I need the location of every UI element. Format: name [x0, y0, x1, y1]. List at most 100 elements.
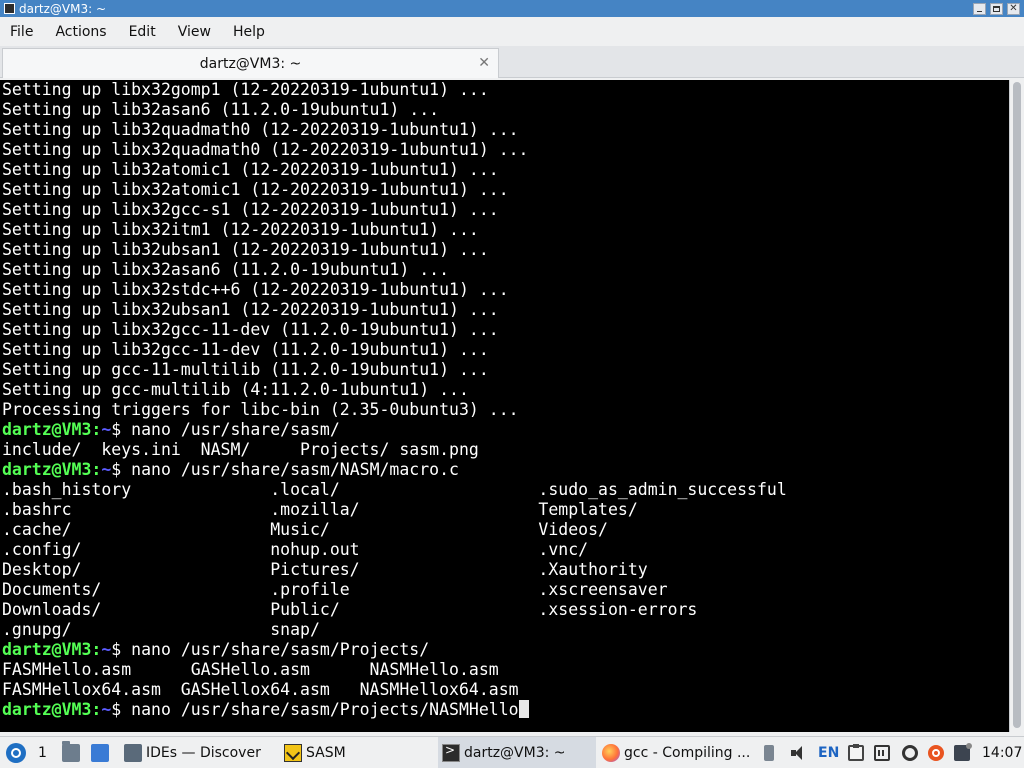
terminal-scrollbar[interactable] [1009, 80, 1024, 732]
file-manager-launcher[interactable] [62, 737, 84, 768]
terminal-line: Setting up libx32gomp1 (12-20220319-1ubu… [2, 80, 489, 99]
task-discover[interactable]: IDEs — Discover [120, 737, 276, 768]
firefox-icon [602, 743, 620, 762]
desktop-number: 1 [38, 744, 47, 761]
terminal-line: include/ keys.ini NASM/ Projects/ sasm.p… [2, 440, 479, 459]
terminal-line: Setting up libx32itm1 (12-20220319-1ubun… [2, 220, 479, 239]
terminal-app-icon [4, 3, 15, 14]
terminal-line: Setting up lib32quadmath0 (12-20220319-1… [2, 120, 519, 139]
command-text: nano /usr/share/sasm/NASM/macro.c [131, 460, 459, 479]
terminal-line: Setting up libx32asan6 (11.2.0-19ubuntu1… [2, 260, 450, 279]
menu-edit[interactable]: Edit [119, 24, 168, 40]
taskbar: 1 IDEs — Discover SASM dartz@VM3: ~ gcc … [0, 736, 1024, 768]
prompt-path: ~ [101, 460, 112, 479]
terminal-line: .bash_history .local/ .sudo_as_admin_suc… [2, 480, 787, 499]
terminal-line: Setting up gcc-multilib (4:11.2.0-1ubunt… [2, 380, 469, 399]
terminal-output[interactable]: Setting up libx32gomp1 (12-20220319-1ubu… [0, 80, 1009, 732]
prompt-symbol: $ [111, 460, 132, 479]
scrollbar-thumb[interactable] [1013, 82, 1021, 728]
start-menu-icon [6, 742, 26, 763]
update-icon [928, 744, 944, 761]
menu-view[interactable]: View [168, 24, 223, 40]
terminal-line: Setting up libx32stdc++6 (12-20220319-1u… [2, 280, 509, 299]
terminal-line: Documents/ .profile .xscreensaver [2, 580, 668, 599]
prompt-separator: : [91, 640, 102, 659]
prompt-symbol: $ [111, 420, 132, 439]
tray-notifications[interactable] [954, 737, 972, 768]
terminal-line: FASMHello.asm GASHello.asm NASMHello.asm [2, 660, 499, 679]
terminal-prompt-line: dartz@VM3:~$ nano /usr/share/sasm/Projec… [0, 700, 1009, 720]
prompt-path: ~ [101, 640, 112, 659]
tray-settings[interactable] [902, 737, 918, 768]
terminal-line: .gnupg/ snap/ [2, 620, 320, 639]
desktop-switcher[interactable]: 1 [38, 737, 47, 768]
minimize-button[interactable] [973, 2, 986, 15]
terminal-line: Setting up libx32quadmath0 (12-20220319-… [2, 140, 529, 159]
prompt-user: dartz@VM3 [2, 460, 92, 479]
show-desktop-launcher[interactable] [91, 737, 113, 768]
prompt-path: ~ [101, 700, 112, 719]
tray-keyboard-layout[interactable]: EN [818, 737, 839, 768]
menu-actions[interactable]: Actions [45, 24, 118, 40]
prompt-path: ~ [101, 420, 112, 439]
terminal-line: .cache/ Music/ Videos/ [2, 520, 608, 539]
prompt-user: dartz@VM3 [2, 700, 92, 719]
terminal-prompt-line: dartz@VM3:~$ nano /usr/share/sasm/ [0, 420, 1009, 440]
terminal-line: Setting up libx32atomic1 (12-20220319-1u… [2, 180, 509, 199]
sasm-icon [284, 743, 302, 762]
show-desktop-icon [91, 743, 109, 762]
task-label: gcc - Compiling ... [624, 744, 751, 761]
folder-icon [62, 740, 80, 762]
task-firefox[interactable]: gcc - Compiling ... [598, 737, 758, 768]
tray-usb[interactable] [764, 737, 774, 768]
close-button[interactable]: ✕ [1007, 2, 1020, 15]
command-text: nano /usr/share/sasm/ [131, 420, 340, 439]
terminal-line: Setting up gcc-11-multilib (11.2.0-19ubu… [2, 360, 489, 379]
clock-label: 14:07 [982, 744, 1023, 761]
start-menu-button[interactable] [6, 737, 30, 768]
terminal-prompt-line: dartz@VM3:~$ nano /usr/share/sasm/Projec… [0, 640, 1009, 660]
prompt-symbol: $ [111, 700, 132, 719]
terminal-line: FASMHellox64.asm GASHellox64.asm NASMHel… [2, 680, 519, 699]
window-title: dartz@VM3: ~ [19, 1, 107, 16]
keyboard-layout-label: EN [818, 744, 840, 761]
terminal-line: Setting up lib32gcc-11-dev (11.2.0-19ubu… [2, 340, 489, 359]
menu-help[interactable]: Help [223, 24, 277, 40]
terminal-line: .bashrc .mozilla/ Templates/ [2, 500, 638, 519]
prompt-separator: : [91, 700, 102, 719]
tab-bar: dartz@VM3: ~ ✕ [0, 46, 1024, 78]
task-label: dartz@VM3: ~ [464, 744, 566, 761]
task-terminal[interactable]: dartz@VM3: ~ [438, 737, 596, 768]
clipboard-icon [848, 743, 864, 761]
terminal-line: Setting up lib32atomic1 (12-20220319-1ub… [2, 160, 499, 179]
tab-terminal[interactable]: dartz@VM3: ~ ✕ [2, 48, 499, 78]
network-icon [874, 744, 890, 761]
terminal-line: .config/ nohup.out .vnc/ [2, 540, 589, 559]
tray-volume[interactable] [790, 737, 806, 768]
terminal-icon [442, 743, 460, 762]
menu-file[interactable]: File [0, 24, 45, 40]
terminal-prompt-line: dartz@VM3:~$ nano /usr/share/sasm/NASM/m… [0, 460, 1009, 480]
tab-close-icon[interactable]: ✕ [478, 55, 490, 71]
task-label: SASM [306, 744, 346, 761]
terminal-line: Desktop/ Pictures/ .Xauthority [2, 560, 648, 579]
maximize-button[interactable] [990, 2, 1003, 15]
tray-network[interactable] [874, 737, 890, 768]
settings-icon [902, 744, 918, 761]
menu-bar: File Actions Edit View Help [0, 17, 1024, 46]
terminal-line: Setting up libx32ubsan1 (12-20220319-1ub… [2, 300, 499, 319]
tray-updates[interactable] [928, 737, 944, 768]
terminal-line: Downloads/ Public/ .xsession-errors [2, 600, 698, 619]
terminal-line: Setting up lib32asan6 (11.2.0-19ubuntu1)… [2, 100, 440, 119]
command-text: nano /usr/share/sasm/Projects/NASMHello [131, 700, 519, 719]
task-sasm[interactable]: SASM [280, 737, 434, 768]
window-titlebar[interactable]: dartz@VM3: ~ ✕ [0, 0, 1024, 17]
tray-clipboard[interactable] [848, 737, 864, 768]
volume-icon [790, 745, 806, 761]
prompt-user: dartz@VM3 [2, 640, 92, 659]
prompt-separator: : [91, 460, 102, 479]
tray-clock[interactable]: 14:07 [982, 737, 1022, 768]
discover-icon [124, 743, 142, 762]
prompt-user: dartz@VM3 [2, 420, 92, 439]
prompt-symbol: $ [111, 640, 132, 659]
